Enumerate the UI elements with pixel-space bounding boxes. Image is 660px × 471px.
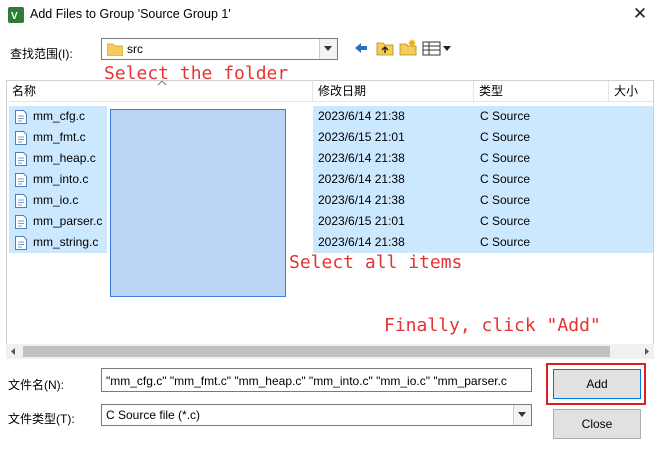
file-type: C Source — [480, 130, 531, 144]
file-name: mm_cfg.c — [33, 109, 86, 123]
list-item[interactable]: mm_io.c 2023/6/14 21:38 C Source — [7, 190, 653, 211]
c-file-icon — [15, 110, 27, 124]
filetype-label: 文件类型(T): — [8, 412, 75, 426]
file-type: C Source — [480, 214, 531, 228]
file-modified: 2023/6/14 21:38 — [318, 193, 405, 207]
file-name: mm_heap.c — [33, 151, 96, 165]
c-file-icon — [15, 131, 27, 145]
back-icon[interactable] — [353, 38, 369, 58]
horizontal-scrollbar[interactable] — [6, 344, 654, 359]
title-bar: V Add Files to Group 'Source Group 1' ✕ — [0, 0, 660, 30]
column-header-modified[interactable]: 修改日期 — [313, 81, 474, 101]
list-item[interactable]: mm_fmt.c 2023/6/15 21:01 C Source — [7, 127, 653, 148]
chevron-down-icon[interactable] — [513, 405, 531, 425]
filename-label: 文件名(N): — [8, 378, 64, 392]
column-header-type[interactable]: 类型 — [474, 81, 609, 101]
file-type: C Source — [480, 151, 531, 165]
lookin-label: 查找范围(I): — [10, 47, 73, 61]
filename-value: "mm_cfg.c" "mm_fmt.c" "mm_heap.c" "mm_in… — [106, 374, 507, 388]
file-modified: 2023/6/14 21:38 — [318, 151, 405, 165]
list-item[interactable]: mm_cfg.c 2023/6/14 21:38 C Source — [7, 106, 653, 127]
chevron-down-icon[interactable] — [319, 39, 337, 59]
list-item[interactable]: mm_heap.c 2023/6/14 21:38 C Source — [7, 148, 653, 169]
scroll-left-icon[interactable] — [6, 344, 21, 359]
svg-text:V: V — [11, 11, 18, 22]
annotation-select-all: Select all items — [289, 252, 463, 273]
new-folder-icon[interactable] — [399, 38, 417, 58]
file-name: mm_string.c — [33, 235, 99, 249]
c-file-icon — [15, 194, 27, 208]
c-file-icon — [15, 173, 27, 187]
filetype-value: C Source file (*.c) — [106, 408, 201, 422]
view-menu-icon[interactable] — [422, 38, 452, 58]
file-modified: 2023/6/14 21:38 — [318, 109, 405, 123]
file-modified: 2023/6/14 21:38 — [318, 172, 405, 186]
filetype-dropdown[interactable]: C Source file (*.c) — [101, 404, 532, 426]
c-file-icon — [15, 152, 27, 166]
add-button-highlight — [546, 363, 646, 405]
list-item[interactable]: mm_parser.c 2023/6/15 21:01 C Source — [7, 211, 653, 232]
column-header-size[interactable]: 大小 — [609, 81, 653, 101]
file-name: mm_fmt.c — [33, 130, 86, 144]
scrollbar-thumb[interactable] — [23, 346, 610, 357]
file-type: C Source — [480, 193, 531, 207]
scroll-right-icon[interactable] — [639, 344, 654, 359]
file-name: mm_parser.c — [33, 214, 103, 228]
list-header: 名称 修改日期 类型 大小 — [7, 81, 653, 102]
drag-selection-rectangle — [110, 109, 286, 297]
annotation-click-add: Finally, click "Add" — [384, 315, 601, 336]
close-window-icon[interactable]: ✕ — [628, 3, 652, 25]
window-title: Add Files to Group 'Source Group 1' — [30, 7, 231, 21]
file-type: C Source — [480, 172, 531, 186]
up-folder-icon[interactable] — [376, 38, 394, 58]
lookin-value: src — [127, 42, 143, 56]
app-icon: V — [8, 7, 24, 23]
close-button[interactable]: Close — [553, 409, 641, 439]
file-modified: 2023/6/15 21:01 — [318, 130, 405, 144]
file-modified: 2023/6/14 21:38 — [318, 235, 405, 249]
list-item[interactable]: mm_into.c 2023/6/14 21:38 C Source — [7, 169, 653, 190]
file-name: mm_io.c — [33, 193, 79, 207]
sort-arrow-icon — [157, 81, 167, 86]
file-name: mm_into.c — [33, 172, 89, 186]
c-file-icon — [15, 236, 27, 250]
file-type: C Source — [480, 109, 531, 123]
c-file-icon — [15, 215, 27, 229]
list-item[interactable]: mm_string.c 2023/6/14 21:38 C Source — [7, 232, 653, 253]
lookin-dropdown[interactable]: src — [101, 38, 338, 60]
file-modified: 2023/6/15 21:01 — [318, 214, 405, 228]
folder-icon — [107, 43, 123, 56]
file-type: C Source — [480, 235, 531, 249]
filename-input[interactable]: "mm_cfg.c" "mm_fmt.c" "mm_heap.c" "mm_in… — [101, 368, 532, 392]
